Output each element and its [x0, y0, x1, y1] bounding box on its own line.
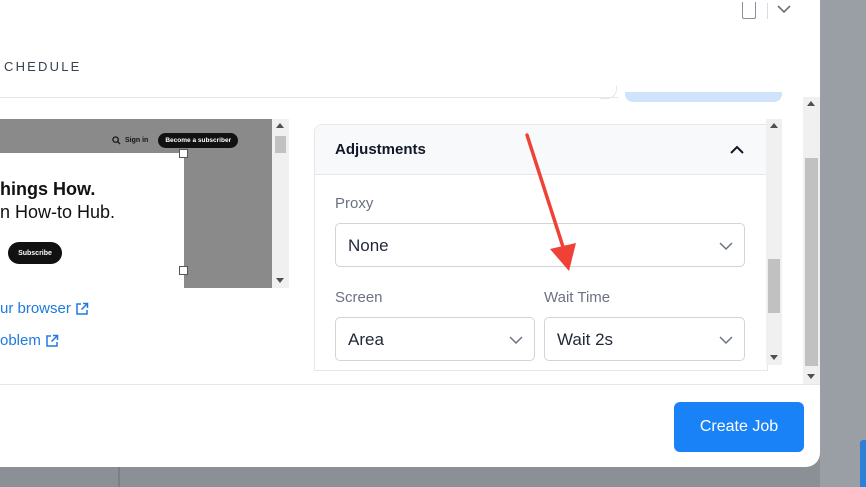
- scroll-down-icon[interactable]: [807, 374, 815, 379]
- chevron-up-icon[interactable]: [727, 140, 747, 160]
- preview-scrollbar[interactable]: [272, 119, 289, 288]
- modal-scrollbar[interactable]: [803, 97, 820, 384]
- modal-scroll-thumb[interactable]: [805, 158, 818, 366]
- backdrop-accent: [860, 440, 866, 487]
- adjustments-scroll-thumb[interactable]: [768, 259, 780, 313]
- footer-divider: [0, 384, 820, 385]
- preview-signin-link: Sign in: [125, 136, 149, 144]
- preview-subscribe-button: Subscribe: [8, 242, 62, 264]
- scroll-up-icon[interactable]: [770, 123, 778, 128]
- proxy-value: None: [348, 236, 389, 255]
- primary-button-partial[interactable]: [625, 92, 782, 102]
- wait-time-value: Wait 2s: [557, 330, 614, 349]
- report-problem-label: oblem: [0, 332, 41, 349]
- input-bottom-border: [0, 97, 618, 98]
- wait-time-select[interactable]: Wait 2s: [544, 317, 745, 361]
- chevron-down-icon: [509, 336, 523, 345]
- preview-subheadline: n How-to Hub.: [0, 202, 116, 222]
- adjustments-scrollbar[interactable]: [766, 119, 782, 365]
- selection-handle-bottom-right[interactable]: [179, 266, 188, 275]
- scroll-up-icon[interactable]: [276, 123, 284, 128]
- open-in-browser-link[interactable]: ur browser: [0, 300, 89, 317]
- preview-nav: Sign in Become a subscriber: [112, 131, 239, 149]
- preview-headline: hings How.: [0, 179, 96, 199]
- create-job-modal: CHEDULE Sign in Become a subscriber hing…: [0, 0, 820, 467]
- screen-label: Screen: [335, 289, 383, 306]
- screen-value: Area: [348, 330, 384, 349]
- external-link-icon: [76, 302, 89, 315]
- chevron-down-icon: [719, 336, 733, 345]
- external-link-icon: [46, 334, 59, 347]
- adjustments-title: Adjustments: [335, 141, 426, 158]
- open-in-browser-label: ur browser: [0, 300, 71, 317]
- scroll-up-icon[interactable]: [807, 101, 815, 106]
- preview-selection-area[interactable]: hings How. n How-to Hub. Subscribe: [0, 153, 184, 288]
- preview-become-subscriber-button: Become a subscriber: [158, 132, 239, 148]
- report-problem-link[interactable]: oblem: [0, 332, 59, 349]
- selection-handle-top-right[interactable]: [179, 149, 188, 158]
- search-icon: [112, 135, 121, 145]
- create-job-button[interactable]: Create Job: [674, 402, 804, 452]
- scroll-down-icon[interactable]: [770, 355, 778, 360]
- scroll-down-icon[interactable]: [276, 278, 284, 283]
- chevron-down-icon: [719, 242, 733, 251]
- backdrop-divider: [118, 467, 120, 487]
- proxy-label: Proxy: [335, 195, 374, 212]
- chevron-down-icon[interactable]: [775, 0, 793, 18]
- page-preview: Sign in Become a subscriber hings How. n…: [0, 119, 272, 288]
- wait-time-label: Wait Time: [544, 289, 611, 306]
- backdrop-bottom: [0, 467, 820, 487]
- preview-scroll-thumb[interactable]: [275, 136, 286, 153]
- clipboard-icon[interactable]: [742, 2, 756, 19]
- annotation-arrow-icon: [525, 133, 576, 271]
- toolbar-divider: [767, 3, 768, 19]
- tab-schedule[interactable]: CHEDULE: [4, 59, 82, 74]
- backdrop-panel: [820, 0, 866, 487]
- screen-select[interactable]: Area: [335, 317, 535, 361]
